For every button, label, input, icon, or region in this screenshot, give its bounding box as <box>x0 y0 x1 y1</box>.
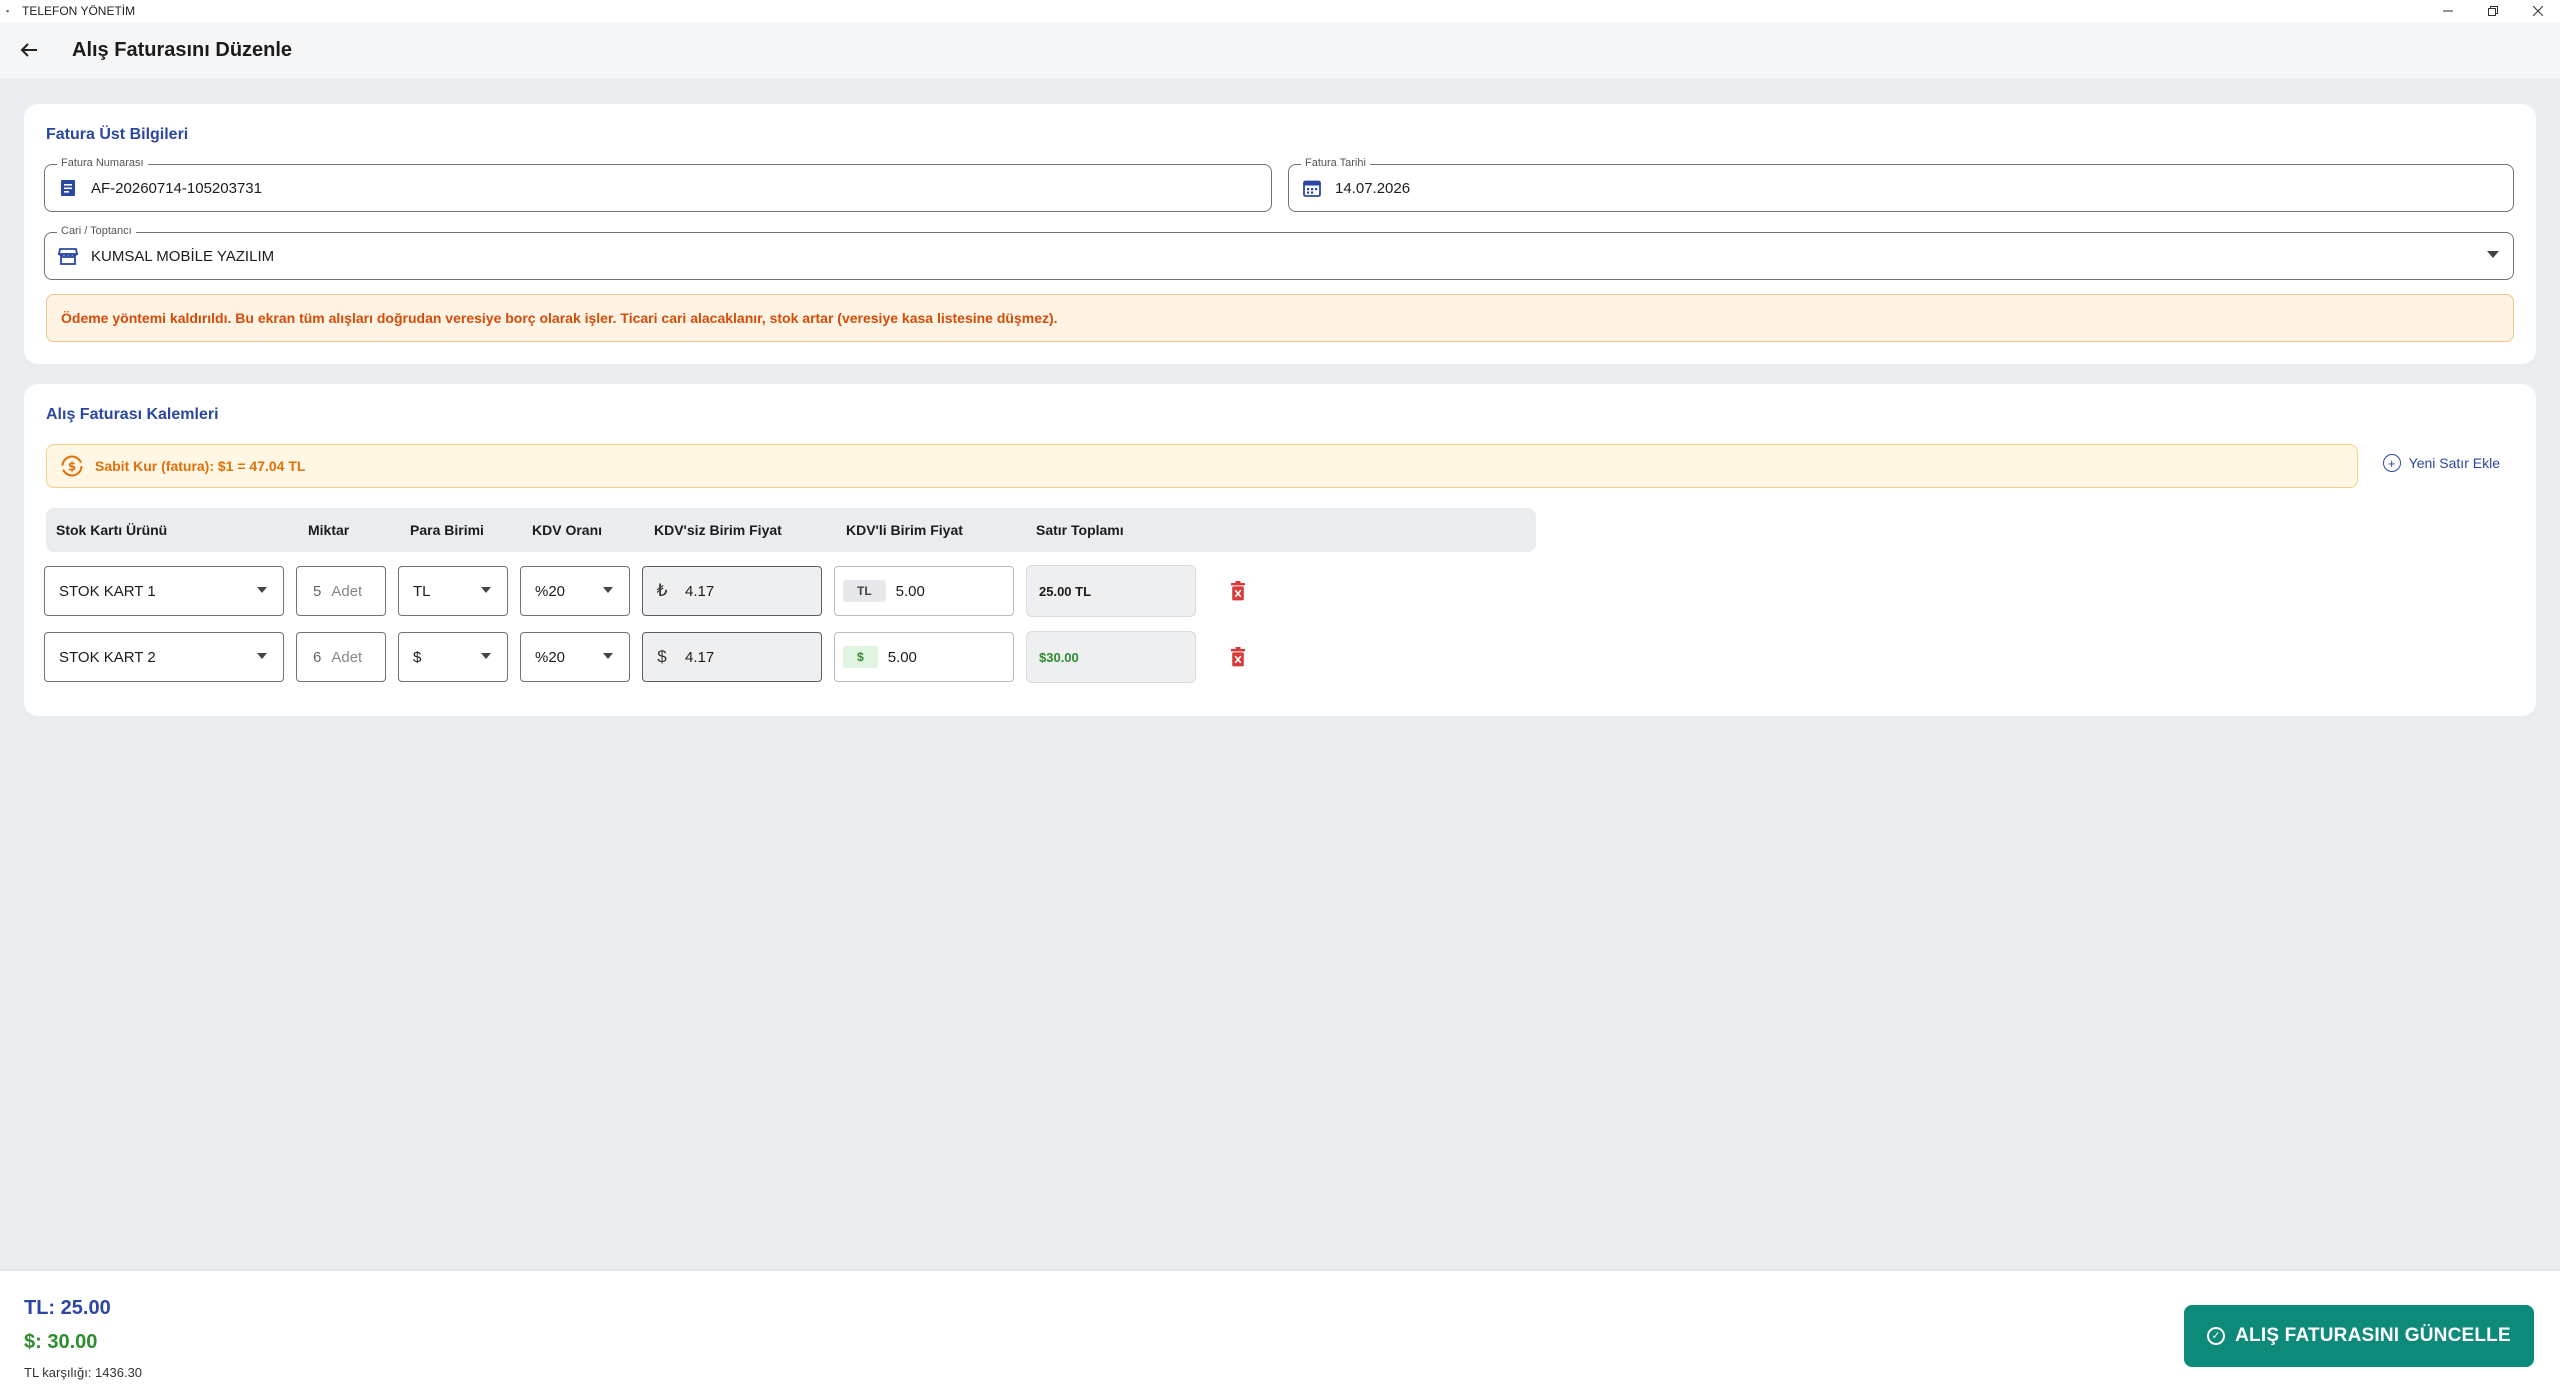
app-icon: ▪ <box>6 6 10 16</box>
price-incl-vat-input[interactable]: $ 5.00 <box>834 632 1014 682</box>
currency-value: TL <box>413 582 431 600</box>
tl-equivalent: TL karşılığı: 1436.30 <box>24 1365 143 1380</box>
total-tl: TL: 25.00 <box>24 1297 111 1319</box>
supplier-dropdown[interactable]: Cari / Toptancı KUMSAL MOBİLE YAZILIM <box>44 225 2514 280</box>
exchange-rate-banner: $ Sabit Kur (fatura): $1 = 47.04 TL <box>46 444 2358 488</box>
page-title: Alış Faturasını Düzenle <box>72 38 293 61</box>
column-header: KDV'li Birim Fiyat <box>846 522 963 538</box>
quantity-input[interactable]: 6 Adet <box>296 632 386 682</box>
column-header: Stok Kartı Ürünü <box>56 522 168 538</box>
arrow-left-icon <box>20 43 37 57</box>
chevron-down-icon <box>257 653 267 659</box>
add-circle-icon: + <box>2382 454 2401 472</box>
restore-button[interactable] <box>2470 0 2515 22</box>
invoice-number-label: Fatura Numarası <box>57 157 148 169</box>
invoice-date-field[interactable]: Fatura Tarihi 14.07.2026 <box>1288 157 2514 212</box>
product-value: STOK KART 1 <box>59 582 156 600</box>
update-invoice-button[interactable]: ✓ ALIŞ FATURASINI GÜNCELLE <box>2184 1305 2534 1367</box>
chevron-down-icon <box>257 587 267 593</box>
product-value: STOK KART 2 <box>59 648 156 666</box>
app-bar: Alış Faturasını Düzenle <box>0 22 2560 78</box>
invoice-number-value: AF-20260714-105203731 <box>91 179 262 197</box>
minimize-icon <box>2442 10 2453 12</box>
invoice-items-card: Alış Faturası Kalemleri $ Sabit Kur (fat… <box>24 384 2536 716</box>
supplier-value: KUMSAL MOBİLE YAZILIM <box>91 247 275 265</box>
store-icon <box>57 247 79 265</box>
add-row-label: Yeni Satır Ekle <box>2408 455 2500 471</box>
vat-value: %20 <box>535 582 566 600</box>
price-incl-vat-value: 5.00 <box>887 648 917 666</box>
vat-select[interactable]: %20 <box>520 632 630 682</box>
svg-text:$: $ <box>68 460 76 474</box>
price-excl-vat-field[interactable]: $ 4.17 <box>642 632 822 682</box>
price-excl-vat-value: 4.17 <box>685 582 715 600</box>
invoice-date-value: 14.07.2026 <box>1335 179 1411 197</box>
section-title: Fatura Üst Bilgileri <box>46 126 189 143</box>
currency-chip: TL <box>843 580 886 602</box>
minimize-button[interactable] <box>2425 0 2470 22</box>
table-header: Stok Kartı Ürünü Miktar Para Birimi KDV … <box>46 508 1536 552</box>
row-total: $30.00 <box>1026 631 1196 683</box>
price-incl-vat-value: 5.00 <box>895 582 925 600</box>
chevron-down-icon <box>481 653 491 659</box>
add-row-button[interactable]: + Yeni Satır Ekle <box>2382 454 2500 472</box>
quantity-unit: Adet <box>331 582 363 600</box>
delete-row-button[interactable] <box>1228 646 1248 668</box>
product-select[interactable]: STOK KART 2 <box>44 632 284 682</box>
update-invoice-label: ALIŞ FATURASINI GÜNCELLE <box>2235 1325 2511 1346</box>
exchange-rate-text: Sabit Kur (fatura): $1 = 47.04 TL <box>95 458 306 474</box>
chevron-down-icon <box>2487 251 2499 258</box>
check-circle-icon: ✓ <box>2207 1327 2226 1345</box>
supplier-label: Cari / Toptancı <box>57 225 136 237</box>
back-button[interactable] <box>14 35 44 65</box>
chevron-down-icon <box>603 587 613 593</box>
quantity-value: 6 <box>313 648 322 666</box>
column-header: Para Birimi <box>410 522 484 538</box>
dollar-icon: $ <box>657 647 667 666</box>
price-excl-vat-value: 4.17 <box>685 648 715 666</box>
section-title: Alış Faturası Kalemleri <box>46 406 219 423</box>
total-usd: $: 30.00 <box>24 1331 98 1353</box>
currency-select[interactable]: TL <box>398 566 508 616</box>
currency-exchange-icon: $ <box>59 453 85 479</box>
product-select[interactable]: STOK KART 1 <box>44 566 284 616</box>
vat-select[interactable]: %20 <box>520 566 630 616</box>
calendar-icon <box>1301 179 1323 197</box>
quantity-unit: Adet <box>331 648 363 666</box>
chevron-down-icon <box>603 653 613 659</box>
column-header: Satır Toplamı <box>1036 522 1124 538</box>
price-incl-vat-input[interactable]: TL 5.00 <box>834 566 1014 616</box>
chevron-down-icon <box>481 587 491 593</box>
summary-bar: TL: 25.00 $: 30.00 TL karşılığı: 1436.30… <box>0 1270 2560 1398</box>
price-excl-vat-field[interactable]: ₺ 4.17 <box>642 566 822 616</box>
close-button[interactable] <box>2515 0 2560 22</box>
vat-value: %20 <box>535 648 566 666</box>
trash-icon <box>1231 581 1245 601</box>
row-total: 25.00 TL <box>1026 565 1196 617</box>
delete-row-button[interactable] <box>1228 580 1248 602</box>
close-icon <box>2532 6 2543 16</box>
window-title: TELEFON YÖNETİM <box>22 4 136 18</box>
invoice-date-label: Fatura Tarihi <box>1301 157 1370 169</box>
trash-icon <box>1231 647 1245 667</box>
column-header: KDV Oranı <box>532 522 603 538</box>
currency-select[interactable]: $ <box>398 632 508 682</box>
receipt-icon <box>57 179 79 197</box>
column-header: Miktar <box>308 522 350 538</box>
window-titlebar: ▪ TELEFON YÖNETİM <box>0 0 2560 22</box>
window-controls <box>2425 0 2560 22</box>
quantity-input[interactable]: 5 Adet <box>296 566 386 616</box>
quantity-value: 5 <box>313 582 322 600</box>
invoice-header-card: Fatura Üst Bilgileri Fatura Numarası AF-… <box>24 104 2536 364</box>
lira-icon: ₺ <box>656 581 668 600</box>
currency-chip: $ <box>843 646 878 668</box>
column-header: KDV'siz Birim Fiyat <box>654 522 782 538</box>
payment-warning: Ödeme yöntemi kaldırıldı. Bu ekran tüm a… <box>46 294 2514 342</box>
invoice-number-field[interactable]: Fatura Numarası AF-20260714-105203731 <box>44 157 1272 212</box>
currency-value: $ <box>413 648 422 666</box>
restore-icon <box>2487 6 2498 16</box>
